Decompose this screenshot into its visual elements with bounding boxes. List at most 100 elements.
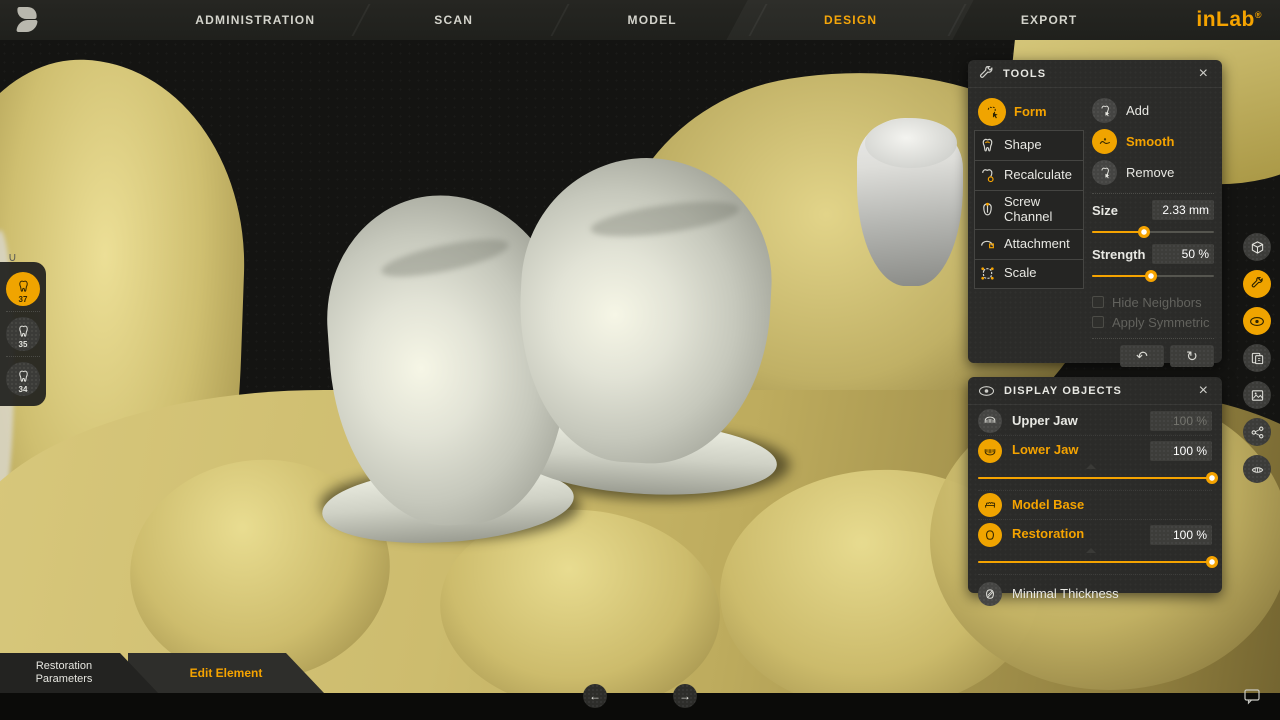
- tab-export[interactable]: EXPORT: [950, 0, 1148, 40]
- display-objects-panel: DISPLAY OBJECTS × Upper Jaw 100 % Lower …: [968, 377, 1222, 593]
- add-icon: [1092, 98, 1117, 123]
- screenshot-button[interactable]: [1243, 381, 1271, 409]
- model-base-label: Model Base: [1012, 498, 1212, 512]
- display-restoration[interactable]: Restoration 100 %: [978, 520, 1212, 549]
- tab-scan[interactable]: SCAN: [354, 0, 552, 40]
- eye-icon: [978, 385, 995, 397]
- lower-jaw-value[interactable]: 100 %: [1150, 441, 1212, 461]
- screw-channel-icon: [979, 201, 996, 218]
- view-options-button[interactable]: [1243, 233, 1271, 261]
- divider: [1092, 193, 1214, 194]
- tool-shape[interactable]: Shape: [974, 130, 1084, 160]
- tool-screw-channel-label: Screw Chan­nel: [1004, 195, 1070, 225]
- upper-jaw-icon: [978, 409, 1002, 433]
- apply-symmetric-option[interactable]: Apply Symmetric: [1092, 312, 1214, 332]
- display-objects-toggle-button[interactable]: [1243, 307, 1271, 335]
- undo-redo-group: ↶ ↻: [1092, 345, 1214, 367]
- tools-panel-header: TOOLS ×: [968, 60, 1222, 88]
- size-label: Size: [1092, 203, 1118, 218]
- lower-jaw-icon: [978, 439, 1002, 463]
- strength-slider[interactable]: [1092, 268, 1214, 284]
- tab-administration[interactable]: ADMINISTRATION: [156, 0, 354, 40]
- upper-jaw-value[interactable]: 100 %: [1150, 411, 1212, 431]
- tooth-button-37[interactable]: 37: [6, 272, 40, 306]
- size-parameter: Size 2.33 mm: [1092, 200, 1214, 220]
- redo-button[interactable]: ↻: [1170, 345, 1214, 367]
- hide-neighbors-option[interactable]: Hide Neighbors: [1092, 292, 1214, 312]
- tool-attachment[interactable]: Attachment: [974, 229, 1084, 259]
- next-step-button[interactable]: →: [673, 684, 697, 708]
- tab-design[interactable]: DESIGN: [751, 0, 949, 40]
- tooth-icon: [16, 369, 31, 384]
- restoration-value[interactable]: 100 %: [1150, 525, 1212, 545]
- hide-neighbors-checkbox[interactable]: [1092, 296, 1104, 308]
- tab-model[interactable]: MODEL: [553, 0, 751, 40]
- tool-screw-channel[interactable]: Screw Chan­nel: [974, 190, 1084, 229]
- registered-mark: ®: [1255, 10, 1262, 20]
- feedback-button[interactable]: [1242, 688, 1262, 706]
- documents-button[interactable]: [1243, 344, 1271, 372]
- sirona-logo[interactable]: [0, 0, 56, 40]
- tool-form-label: Form: [1014, 105, 1080, 120]
- edit-element-label: Edit Element: [190, 666, 263, 680]
- eye-icon: [1249, 316, 1265, 327]
- display-upper-jaw[interactable]: Upper Jaw 100 %: [978, 407, 1212, 436]
- attachment-icon: [979, 236, 996, 253]
- strength-slider-fill: [1092, 275, 1151, 277]
- restoration-slider-row: [978, 549, 1212, 575]
- inlab-app: ADMINISTRATION SCAN MODEL DESIGN EXPORT …: [0, 0, 1280, 720]
- lower-jaw-label: Lower Jaw: [1012, 443, 1140, 457]
- remove-icon: [1092, 160, 1117, 185]
- prepared-stump-top: [865, 118, 957, 168]
- tool-scale[interactable]: Scale: [974, 259, 1084, 289]
- tools-toggle-button[interactable]: [1243, 270, 1271, 298]
- recalculate-icon: [979, 167, 996, 184]
- apply-symmetric-checkbox[interactable]: [1092, 316, 1104, 328]
- strength-value[interactable]: 50 %: [1152, 244, 1214, 264]
- model-base-icon: [978, 493, 1002, 517]
- lower-jaw-slider-row: [978, 465, 1212, 491]
- tooth-button-34[interactable]: 34: [6, 362, 40, 396]
- sirona-logo-icon: [17, 7, 39, 33]
- restoration-slider[interactable]: [978, 554, 1212, 570]
- display-model-base[interactable]: Model Base: [978, 491, 1212, 520]
- tools-body: Form Shape Recalculate Screw Chan­nel At…: [968, 88, 1222, 375]
- inlab-brand: inLab®: [1178, 8, 1280, 32]
- slider-caret: [1086, 548, 1096, 553]
- form-remove-label: Remove: [1126, 165, 1174, 180]
- form-add[interactable]: Add: [1092, 96, 1214, 125]
- display-objects-header: DISPLAY OBJECTS ×: [968, 377, 1222, 405]
- undo-button[interactable]: ↶: [1120, 345, 1164, 367]
- tooth-number: 34: [6, 385, 40, 394]
- form-options: Add Smooth Remove Size 2.33: [1092, 94, 1214, 367]
- minimal-thickness-icon: [978, 582, 1002, 606]
- form-smooth-label: Smooth: [1126, 134, 1174, 149]
- close-icon[interactable]: ×: [1195, 381, 1212, 401]
- jaw-icon: [1250, 462, 1265, 477]
- form-smooth[interactable]: Smooth: [1092, 127, 1214, 156]
- tool-shape-label: Shape: [1004, 138, 1070, 153]
- close-icon[interactable]: ×: [1195, 64, 1212, 84]
- tool-recalculate[interactable]: Recalculate: [974, 160, 1084, 190]
- size-value[interactable]: 2.33 mm: [1152, 200, 1214, 220]
- tooth-button-35[interactable]: 35: [6, 317, 40, 351]
- articulation-button[interactable]: [1243, 455, 1271, 483]
- jaw-arch-icon: ∪: [8, 250, 17, 264]
- wrench-icon: [1250, 277, 1264, 291]
- previous-step-button[interactable]: ←: [583, 684, 607, 708]
- phase-menu: ADMINISTRATION SCAN MODEL DESIGN EXPORT: [156, 0, 1148, 40]
- lower-jaw-slider[interactable]: [978, 470, 1212, 486]
- share-button[interactable]: [1243, 418, 1271, 446]
- display-lower-jaw[interactable]: Lower Jaw 100 %: [978, 436, 1212, 465]
- size-slider[interactable]: [1092, 224, 1214, 240]
- tool-form[interactable]: Form: [974, 94, 1084, 130]
- display-minimal-thickness[interactable]: Minimal Thickness: [978, 575, 1212, 613]
- tools-panel: TOOLS × Form Shape Recalculate: [968, 60, 1222, 363]
- display-objects-body: Upper Jaw 100 % Lower Jaw 100 % Model Ba…: [968, 405, 1222, 619]
- restoration-slider-fill: [978, 561, 1212, 563]
- shape-icon: [979, 137, 996, 154]
- form-remove[interactable]: Remove: [1092, 158, 1214, 187]
- tooth-number: 37: [6, 295, 40, 304]
- top-navigation-bar: ADMINISTRATION SCAN MODEL DESIGN EXPORT …: [0, 0, 1280, 40]
- tool-recalculate-label: Recalculate: [1004, 168, 1070, 183]
